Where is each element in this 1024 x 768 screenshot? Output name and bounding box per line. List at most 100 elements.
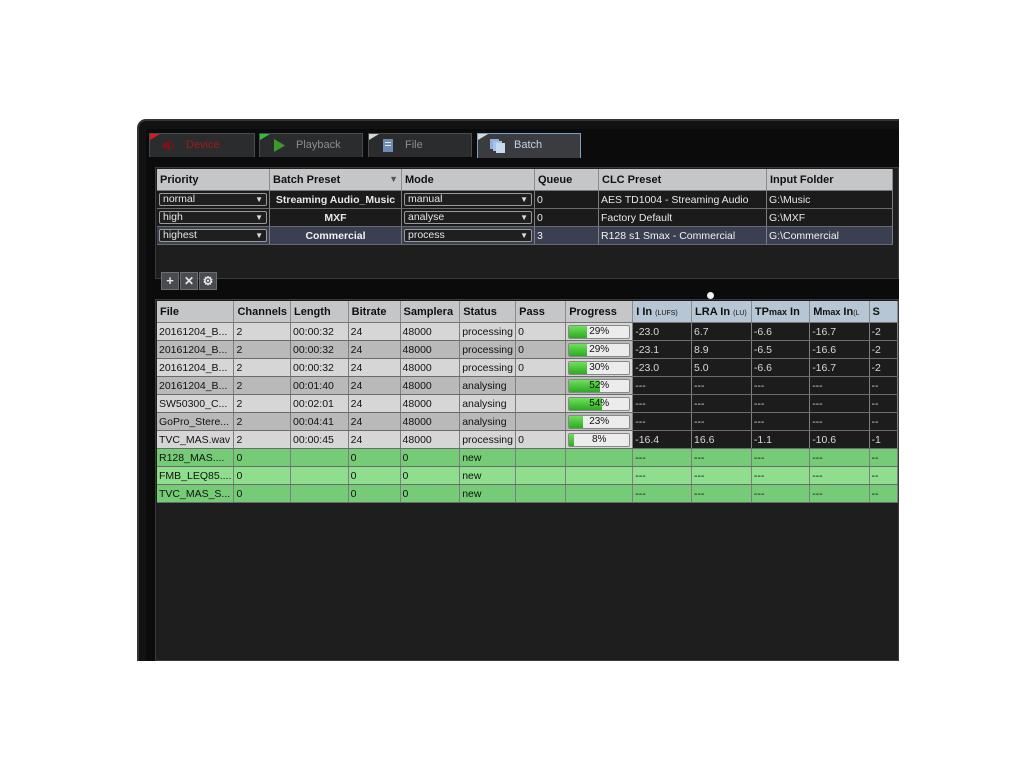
file-name-cell: 20161204_B...	[157, 358, 235, 377]
col-queue[interactable]: Queue	[534, 169, 599, 191]
file-name-cell: R128_MAS....	[157, 448, 235, 467]
col-file[interactable]: File	[157, 301, 235, 323]
clc-preset-cell: R128 s1 Smax - Commercial	[598, 226, 767, 245]
preset-row-selected[interactable]: highest ▼ Commercial process ▼ 3 R128 s1 S…	[157, 226, 893, 245]
play-icon	[274, 139, 285, 152]
batch-files-table: File Channels Length Bitrate Samplera St…	[157, 301, 898, 503]
col-bitrate[interactable]: Bitrate	[348, 301, 401, 323]
file-row[interactable]: 20161204_B... 2 00:00:32 24 48000 processing 0…	[157, 322, 898, 341]
file-row[interactable]: 20161204_B... 2 00:01:40 24 48000 analysing 52…	[157, 376, 898, 395]
lra-in-cell: ---	[691, 448, 752, 467]
m-max-in-cell: ---	[809, 484, 870, 503]
samplerate-cell: 0	[400, 448, 461, 467]
app-screen: Device Playback File Batch Priority Batc…	[146, 129, 899, 661]
tab-corner-marker	[478, 134, 488, 140]
integrated-in-cell: ---	[632, 448, 693, 467]
mode-select[interactable]: process ▼	[404, 229, 532, 242]
progress-cell	[565, 448, 634, 467]
col-tp-max-in[interactable]: TPmax In	[751, 301, 811, 323]
col-channels[interactable]: Channels	[233, 301, 291, 323]
priority-cell: normal ▼	[157, 190, 270, 209]
priority-select[interactable]: high ▼	[159, 211, 267, 224]
tab-batch[interactable]: Batch	[477, 133, 581, 158]
lra-in-cell: ---	[691, 484, 752, 503]
tab-playback[interactable]: Playback	[259, 133, 363, 157]
remove-preset-button[interactable]: ✕	[180, 272, 198, 290]
files-body: 20161204_B... 2 00:00:32 24 48000 processing 0…	[157, 322, 898, 503]
add-preset-button[interactable]: +	[161, 272, 179, 290]
progress-cell	[565, 466, 634, 485]
file-name-cell: SW50300_C...	[157, 394, 235, 413]
col-lra-in-label: LRA In	[695, 305, 731, 318]
lra-in-cell: ---	[691, 394, 752, 413]
status-cell: new	[459, 466, 517, 485]
col-length[interactable]: Length	[290, 301, 349, 323]
col-batch-preset[interactable]: Batch Preset ▼	[269, 169, 402, 191]
panel-divider-handle[interactable]	[707, 292, 714, 299]
lra-in-cell: 8.9	[691, 340, 752, 359]
priority-select[interactable]: normal ▼	[159, 193, 267, 206]
tab-device[interactable]: Device	[149, 133, 255, 157]
tp-max-in-cell: -1.1	[751, 430, 811, 449]
col-m-max-in[interactable]: Mmax In(L	[809, 301, 870, 323]
bitrate-cell: 0	[348, 484, 401, 503]
preset-settings-button[interactable]: ⚙	[199, 272, 217, 290]
samplerate-cell: 48000	[400, 358, 461, 377]
s-max-in-cell: --	[869, 412, 898, 431]
file-row[interactable]: TVC_MAS_S... 0 0 0 new --- --- --- --- --	[157, 484, 898, 503]
status-cell: processing	[459, 430, 517, 449]
m-max-in-cell: -10.6	[809, 430, 870, 449]
file-row[interactable]: TVC_MAS.wav 2 00:00:45 24 48000 processing 0 8%…	[157, 430, 898, 449]
col-pass[interactable]: Pass	[515, 301, 567, 323]
progress-cell: 52%	[565, 376, 634, 395]
col-status[interactable]: Status	[459, 301, 517, 323]
col-samplerate[interactable]: Samplera	[400, 301, 461, 323]
priority-select[interactable]: highest ▼	[159, 229, 267, 242]
files-header-row: File Channels Length Bitrate Samplera St…	[157, 301, 898, 323]
col-s-max-in[interactable]: S	[869, 301, 898, 323]
preset-row[interactable]: normal ▼ Streaming Audio_Music manual ▼ 0 …	[157, 190, 893, 209]
file-row[interactable]: 20161204_B... 2 00:00:32 24 48000 processing 0…	[157, 358, 898, 377]
col-lra-in[interactable]: LRA In (LU)	[691, 301, 752, 323]
file-name-cell: TVC_MAS_S...	[157, 484, 235, 503]
file-name-cell: 20161204_B...	[157, 322, 235, 341]
file-row[interactable]: 20161204_B... 2 00:00:32 24 48000 processing 0…	[157, 340, 898, 359]
samplerate-cell: 48000	[400, 394, 461, 413]
file-row[interactable]: GoPro_Stere... 2 00:04:41 24 48000 analysing 2…	[157, 412, 898, 431]
mode-cell: process ▼	[401, 226, 535, 245]
channels-cell: 0	[233, 484, 291, 503]
preset-row[interactable]: high ▼ MXF analyse ▼ 0 Factory Default G:\…	[157, 208, 893, 227]
s-max-in-cell: -2	[869, 340, 898, 359]
priority-value: high	[163, 211, 183, 223]
tab-corner-marker	[260, 134, 270, 140]
col-clc-preset[interactable]: CLC Preset	[598, 169, 767, 191]
dropdown-caret-icon: ▼	[255, 195, 263, 204]
col-integrated-in[interactable]: I In (LUFS)	[632, 301, 693, 323]
col-input-folder[interactable]: Input Folder	[766, 169, 893, 191]
s-max-in-cell: --	[869, 376, 898, 395]
priority-value: highest	[163, 229, 197, 241]
tp-max-in-cell: ---	[751, 376, 811, 395]
length-cell: 00:02:01	[290, 394, 349, 413]
mode-select[interactable]: manual ▼	[404, 193, 532, 206]
integrated-in-cell: -23.0	[632, 358, 693, 377]
file-name-cell: 20161204_B...	[157, 376, 235, 395]
file-row[interactable]: SW50300_C... 2 00:02:01 24 48000 analysing 54%…	[157, 394, 898, 413]
bitrate-cell: 24	[348, 340, 401, 359]
col-mode[interactable]: Mode	[401, 169, 535, 191]
tab-file[interactable]: File	[368, 133, 472, 157]
file-row[interactable]: FMB_LEQ85.... 0 0 0 new --- --- --- --- --	[157, 466, 898, 485]
pass-cell	[515, 466, 567, 485]
col-priority[interactable]: Priority	[157, 169, 270, 191]
queue-cell: 0	[534, 208, 599, 227]
length-cell: 00:01:40	[290, 376, 349, 395]
batch-preset-name: MXF	[269, 208, 402, 227]
dropdown-caret-icon: ▼	[255, 213, 263, 222]
mode-select[interactable]: analyse ▼	[404, 211, 532, 224]
channels-cell: 0	[233, 448, 291, 467]
m-max-in-cell: ---	[809, 466, 870, 485]
integrated-in-cell: ---	[632, 484, 693, 503]
col-progress[interactable]: Progress	[565, 301, 634, 323]
file-row[interactable]: R128_MAS.... 0 0 0 new --- --- --- --- --	[157, 448, 898, 467]
tp-max-in-cell: ---	[751, 466, 811, 485]
